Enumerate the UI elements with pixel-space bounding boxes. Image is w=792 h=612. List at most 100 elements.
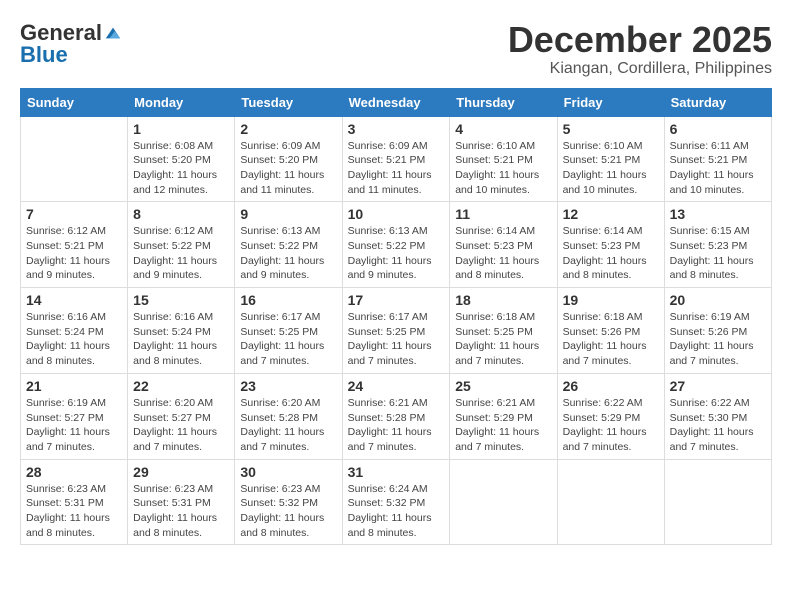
day-info: Sunrise: 6:18 AMSunset: 5:25 PMDaylight:… (455, 310, 551, 369)
day-number: 8 (133, 206, 229, 222)
header-monday: Monday (128, 88, 235, 116)
day-number: 17 (348, 292, 445, 308)
day-number: 14 (26, 292, 122, 308)
calendar-cell: 14 Sunrise: 6:16 AMSunset: 5:24 PMDayligh… (21, 288, 128, 374)
calendar-cell: 11Sunrise: 6:14 AMSunset: 5:23 PMDayligh… (450, 202, 557, 288)
day-info: Sunrise: 6:22 AMSunset: 5:29 PMDaylight:… (563, 396, 659, 455)
calendar-cell: 1 Sunrise: 6:08 AMSunset: 5:20 PMDaylight… (128, 116, 235, 202)
calendar-cell: 23 Sunrise: 6:20 AMSunset: 5:28 PMDayligh… (235, 373, 342, 459)
month-title: December 2025 (508, 20, 772, 60)
calendar-table: SundayMondayTuesdayWednesdayThursdayFrid… (20, 88, 772, 546)
day-info: Sunrise: 6:13 AMSunset: 5:22 PMDaylight:… (348, 224, 445, 283)
calendar-cell: 16Sunrise: 6:17 AMSunset: 5:25 PMDayligh… (235, 288, 342, 374)
day-info: Sunrise: 6:13 AMSunset: 5:22 PMDaylight:… (240, 224, 336, 283)
calendar-cell: 25Sunrise: 6:21 AMSunset: 5:29 PMDayligh… (450, 373, 557, 459)
day-info: Sunrise: 6:14 AMSunset: 5:23 PMDaylight:… (563, 224, 659, 283)
calendar-cell: 3Sunrise: 6:09 AMSunset: 5:21 PMDaylight… (342, 116, 450, 202)
day-info: Sunrise: 6:10 AMSunset: 5:21 PMDaylight:… (455, 139, 551, 198)
day-info: Sunrise: 6:17 AMSunset: 5:25 PMDaylight:… (348, 310, 445, 369)
calendar-cell (557, 459, 664, 545)
day-number: 9 (240, 206, 336, 222)
day-number: 5 (563, 121, 659, 137)
calendar-cell: 12 Sunrise: 6:14 AMSunset: 5:23 PMDayligh… (557, 202, 664, 288)
calendar-cell: 20Sunrise: 6:19 AMSunset: 5:26 PMDayligh… (664, 288, 771, 374)
day-info: Sunrise: 6:10 AMSunset: 5:21 PMDaylight:… (563, 139, 659, 198)
calendar-cell: 13 Sunrise: 6:15 AMSunset: 5:23 PMDayligh… (664, 202, 771, 288)
day-info: Sunrise: 6:22 AMSunset: 5:30 PMDaylight:… (670, 396, 766, 455)
header-saturday: Saturday (664, 88, 771, 116)
day-info: Sunrise: 6:23 AMSunset: 5:31 PMDaylight:… (133, 482, 229, 541)
day-info: Sunrise: 6:16 AMSunset: 5:24 PMDaylight:… (26, 310, 122, 369)
day-number: 31 (348, 464, 445, 480)
day-number: 29 (133, 464, 229, 480)
title-block: December 2025 Kiangan, Cordillera, Phili… (508, 20, 772, 78)
day-number: 30 (240, 464, 336, 480)
calendar-cell: 27 Sunrise: 6:22 AMSunset: 5:30 PMDayligh… (664, 373, 771, 459)
day-info: Sunrise: 6:11 AMSunset: 5:21 PMDaylight:… (670, 139, 766, 198)
header-tuesday: Tuesday (235, 88, 342, 116)
day-number: 10 (348, 206, 445, 222)
day-info: Sunrise: 6:17 AMSunset: 5:25 PMDaylight:… (240, 310, 336, 369)
day-number: 4 (455, 121, 551, 137)
calendar-cell: 10 Sunrise: 6:13 AMSunset: 5:22 PMDayligh… (342, 202, 450, 288)
day-number: 26 (563, 378, 659, 394)
calendar-cell: 24Sunrise: 6:21 AMSunset: 5:28 PMDayligh… (342, 373, 450, 459)
header-friday: Friday (557, 88, 664, 116)
day-info: Sunrise: 6:23 AMSunset: 5:31 PMDaylight:… (26, 482, 122, 541)
day-number: 11 (455, 206, 551, 222)
calendar-cell: 26 Sunrise: 6:22 AMSunset: 5:29 PMDayligh… (557, 373, 664, 459)
calendar-week-row: 21 Sunrise: 6:19 AMSunset: 5:27 PMDayligh… (21, 373, 772, 459)
calendar-cell: 28 Sunrise: 6:23 AMSunset: 5:31 PMDayligh… (21, 459, 128, 545)
logo-blue-text: Blue (20, 42, 68, 68)
day-number: 2 (240, 121, 336, 137)
calendar-cell: 4 Sunrise: 6:10 AMSunset: 5:21 PMDaylight… (450, 116, 557, 202)
calendar-cell (664, 459, 771, 545)
calendar-week-row: 7Sunrise: 6:12 AMSunset: 5:21 PMDaylight… (21, 202, 772, 288)
calendar-cell: 31 Sunrise: 6:24 AMSunset: 5:32 PMDayligh… (342, 459, 450, 545)
header-sunday: Sunday (21, 88, 128, 116)
header-thursday: Thursday (450, 88, 557, 116)
day-number: 3 (348, 121, 445, 137)
day-info: Sunrise: 6:24 AMSunset: 5:32 PMDaylight:… (348, 482, 445, 541)
calendar-cell: 7Sunrise: 6:12 AMSunset: 5:21 PMDaylight… (21, 202, 128, 288)
calendar-cell: 2 Sunrise: 6:09 AMSunset: 5:20 PMDaylight… (235, 116, 342, 202)
calendar-week-row: 14 Sunrise: 6:16 AMSunset: 5:24 PMDayligh… (21, 288, 772, 374)
day-info: Sunrise: 6:08 AMSunset: 5:20 PMDaylight:… (133, 139, 229, 198)
day-number: 21 (26, 378, 122, 394)
day-number: 1 (133, 121, 229, 137)
day-number: 19 (563, 292, 659, 308)
logo-icon (104, 24, 122, 42)
day-number: 23 (240, 378, 336, 394)
day-number: 27 (670, 378, 766, 394)
calendar-cell: 8Sunrise: 6:12 AMSunset: 5:22 PMDaylight… (128, 202, 235, 288)
day-number: 13 (670, 206, 766, 222)
day-info: Sunrise: 6:09 AMSunset: 5:20 PMDaylight:… (240, 139, 336, 198)
calendar-cell: 17 Sunrise: 6:17 AMSunset: 5:25 PMDayligh… (342, 288, 450, 374)
header-wednesday: Wednesday (342, 88, 450, 116)
day-number: 25 (455, 378, 551, 394)
day-info: Sunrise: 6:12 AMSunset: 5:21 PMDaylight:… (26, 224, 122, 283)
day-info: Sunrise: 6:18 AMSunset: 5:26 PMDaylight:… (563, 310, 659, 369)
day-info: Sunrise: 6:23 AMSunset: 5:32 PMDaylight:… (240, 482, 336, 541)
calendar-cell (21, 116, 128, 202)
calendar-week-row: 1 Sunrise: 6:08 AMSunset: 5:20 PMDaylight… (21, 116, 772, 202)
calendar-cell: 19 Sunrise: 6:18 AMSunset: 5:26 PMDayligh… (557, 288, 664, 374)
calendar-cell (450, 459, 557, 545)
day-number: 18 (455, 292, 551, 308)
logo: General Blue (20, 20, 122, 68)
page-header: General Blue December 2025 Kiangan, Cord… (20, 20, 772, 78)
day-info: Sunrise: 6:16 AMSunset: 5:24 PMDaylight:… (133, 310, 229, 369)
calendar-cell: 18 Sunrise: 6:18 AMSunset: 5:25 PMDayligh… (450, 288, 557, 374)
day-number: 28 (26, 464, 122, 480)
day-info: Sunrise: 6:15 AMSunset: 5:23 PMDaylight:… (670, 224, 766, 283)
day-info: Sunrise: 6:20 AMSunset: 5:27 PMDaylight:… (133, 396, 229, 455)
calendar-cell: 29 Sunrise: 6:23 AMSunset: 5:31 PMDayligh… (128, 459, 235, 545)
day-info: Sunrise: 6:20 AMSunset: 5:28 PMDaylight:… (240, 396, 336, 455)
day-number: 6 (670, 121, 766, 137)
day-number: 20 (670, 292, 766, 308)
calendar-cell: 15Sunrise: 6:16 AMSunset: 5:24 PMDayligh… (128, 288, 235, 374)
calendar-cell: 6 Sunrise: 6:11 AMSunset: 5:21 PMDaylight… (664, 116, 771, 202)
day-number: 12 (563, 206, 659, 222)
calendar-cell: 21 Sunrise: 6:19 AMSunset: 5:27 PMDayligh… (21, 373, 128, 459)
day-info: Sunrise: 6:19 AMSunset: 5:27 PMDaylight:… (26, 396, 122, 455)
